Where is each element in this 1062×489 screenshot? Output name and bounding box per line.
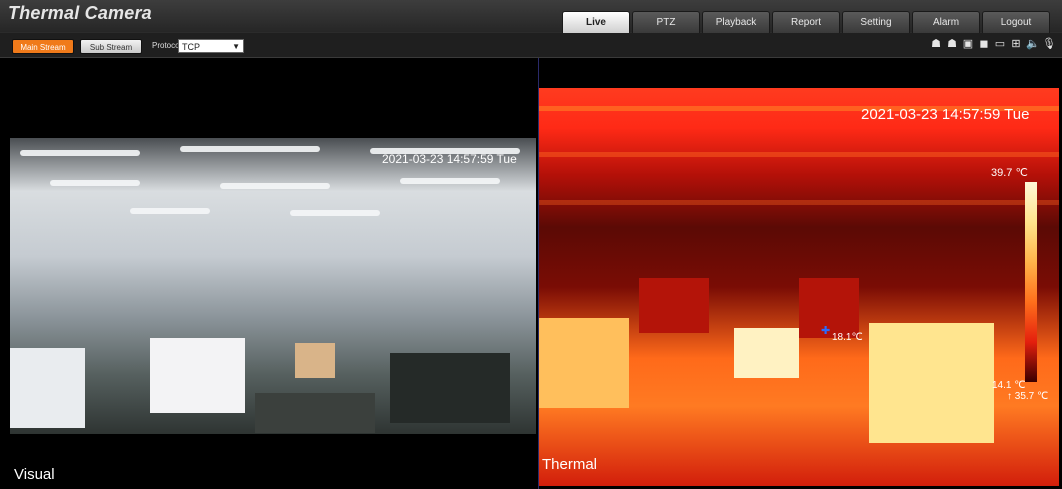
- toolbar-icons: ☗ ☗ ▣ ◼ ▭ ⊞ 🔈 🎙: [930, 38, 1056, 50]
- thermal-label: Thermal: [542, 456, 598, 473]
- record-icon[interactable]: ◼: [978, 38, 990, 50]
- protocol-label: Protocol: [152, 41, 182, 50]
- main-stream-button[interactable]: Main Stream: [12, 39, 74, 54]
- visual-timestamp: 2021-03-23 14:57:59 Tue: [382, 152, 517, 166]
- scale-max-temp: 39.7 ℃: [991, 167, 1028, 179]
- person-icon[interactable]: ☗: [946, 38, 958, 50]
- tab-report[interactable]: Report: [772, 11, 840, 33]
- brand-title: Thermal Camera: [8, 3, 152, 23]
- spot-temperature: 18.1℃: [832, 332, 863, 343]
- protocol-value: TCP: [182, 42, 200, 52]
- scale-min-temp: 14.1 ℃: [992, 380, 1026, 391]
- thermal-camera-app: Thermal Camera Live PTZ Playback Report …: [0, 0, 1062, 489]
- sub-stream-button[interactable]: Sub Stream: [80, 39, 142, 54]
- person-icon[interactable]: ☗: [930, 38, 942, 50]
- tab-setting[interactable]: Setting: [842, 11, 910, 33]
- protocol-select[interactable]: TCP ▼: [178, 39, 244, 53]
- tab-alarm[interactable]: Alarm: [912, 11, 980, 33]
- spot-crosshair-icon: ✚: [821, 325, 831, 337]
- camera-icon[interactable]: ▭: [994, 38, 1006, 50]
- right-temp-marker: ↑ 35.7 ℃: [1007, 391, 1049, 402]
- chevron-down-icon: ▼: [232, 42, 240, 51]
- visual-video-pane[interactable]: 2021-03-23 14:57:59 Tue Visual: [10, 58, 536, 489]
- top-header: Thermal Camera Live PTZ Playback Report …: [0, 0, 1062, 33]
- tab-playback[interactable]: Playback: [702, 11, 770, 33]
- thermal-scene: [539, 88, 1059, 486]
- zoom-icon[interactable]: ⊞: [1010, 38, 1022, 50]
- speaker-icon[interactable]: 🔈: [1026, 38, 1040, 50]
- visual-scene: [10, 138, 536, 434]
- thermal-timestamp: 2021-03-23 14:57:59 Tue: [861, 106, 1030, 123]
- tab-logout[interactable]: Logout: [982, 11, 1050, 33]
- tab-ptz[interactable]: PTZ: [632, 11, 700, 33]
- tab-live[interactable]: Live: [562, 11, 630, 33]
- main-nav: Live PTZ Playback Report Setting Alarm L…: [562, 11, 1052, 33]
- stream-toolbar: Main Stream Sub Stream Protocol TCP ▼ ☗ …: [0, 33, 1062, 58]
- live-video-area: 2021-03-23 14:57:59 Tue Visual 2021-03-2…: [0, 58, 1062, 489]
- mic-icon[interactable]: 🎙: [1042, 38, 1056, 50]
- visual-label: Visual: [14, 466, 55, 483]
- snapshot-icon[interactable]: ▣: [962, 38, 974, 50]
- temperature-scale-bar: [1025, 182, 1037, 382]
- thermal-video-pane[interactable]: 2021-03-23 14:57:59 Tue 39.7 ℃ 14.1 ℃ ↑ …: [538, 58, 1059, 489]
